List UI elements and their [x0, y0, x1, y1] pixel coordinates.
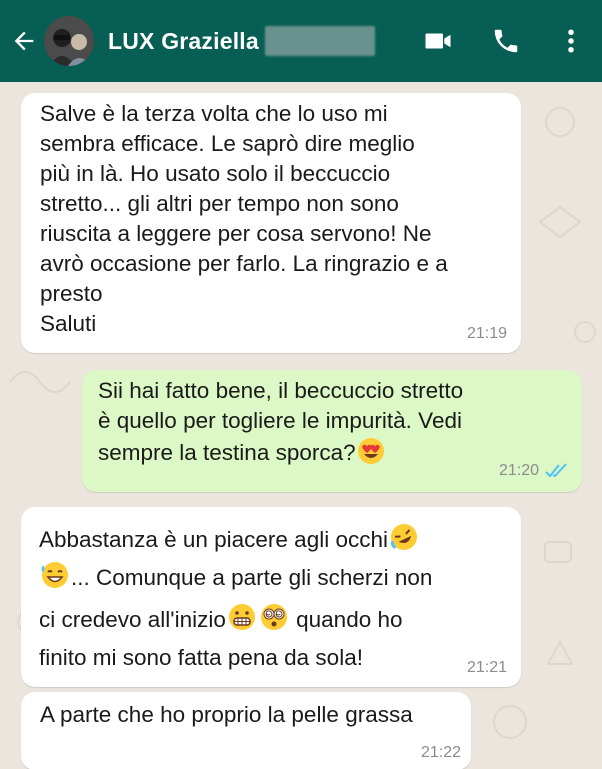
message-line-row: ... Comunque a parte gli scherzi non [39, 559, 432, 593]
video-call-icon[interactable] [423, 26, 453, 56]
more-vert-icon[interactable] [556, 26, 586, 56]
chat-area[interactable]: Salve è la terza volta che lo uso mi sem… [0, 82, 602, 769]
message-bubble-incoming[interactable]: Abbastanza è un piacere agli occhi ... C… [21, 507, 521, 687]
message-time: 21:22 [420, 744, 461, 761]
message-line: finito mi sono fatta pena da sola! [39, 645, 363, 670]
heart-eyes-emoji [357, 438, 384, 464]
phone-icon[interactable] [491, 26, 521, 56]
message-line: sempre la testina sporca? [98, 440, 356, 465]
message-text: Salve è la terza volta che lo uso mi sem… [40, 101, 448, 336]
message-line: ci credevo all'inizio [39, 607, 226, 632]
message-line: quando ho [289, 607, 403, 632]
message-bubble-incoming[interactable]: Salve è la terza volta che lo uso mi sem… [21, 93, 521, 353]
message-text: A parte che ho proprio la pelle grassa [40, 702, 413, 727]
message-time: 21:19 [466, 325, 507, 342]
message-line: ... Comunque a parte gli scherzi non [71, 565, 433, 590]
contact-name[interactable]: LUX Graziella [108, 27, 259, 55]
sweat-smile-emoji [41, 562, 68, 588]
message-bubble-outgoing[interactable]: Sii hai fatto bene, il beccuccio stretto… [82, 370, 582, 492]
arrow-left-icon[interactable] [10, 27, 38, 55]
rolling-laughing-emoji [390, 524, 417, 550]
avatar[interactable] [44, 16, 94, 66]
message-text: Sii hai fatto bene, il beccuccio stretto… [98, 376, 568, 468]
message-time: 21:20 [498, 462, 539, 479]
grimacing-emoji [228, 604, 255, 630]
redacted-name-area [265, 26, 375, 56]
message-line: Abbastanza è un piacere agli occhi [39, 527, 388, 552]
message-line-row: finito mi sono fatta pena da sola! [39, 643, 363, 673]
message-line: Sii hai fatto bene, il beccuccio stretto [98, 378, 464, 403]
message-time: 21:21 [466, 659, 507, 676]
dizzy-face-emoji [260, 604, 287, 630]
message-line: è quello per togliere le impurità. Vedi [98, 408, 462, 433]
chat-header: LUX Graziella [0, 0, 602, 82]
message-bubble-incoming[interactable]: A parte che ho proprio la pelle grassa 2… [21, 692, 471, 769]
message-line-row: Abbastanza è un piacere agli occhi [39, 521, 420, 555]
message-line-row: ci credevo all'inizio quando ho [39, 601, 403, 635]
read-ticks-icon [545, 463, 567, 478]
